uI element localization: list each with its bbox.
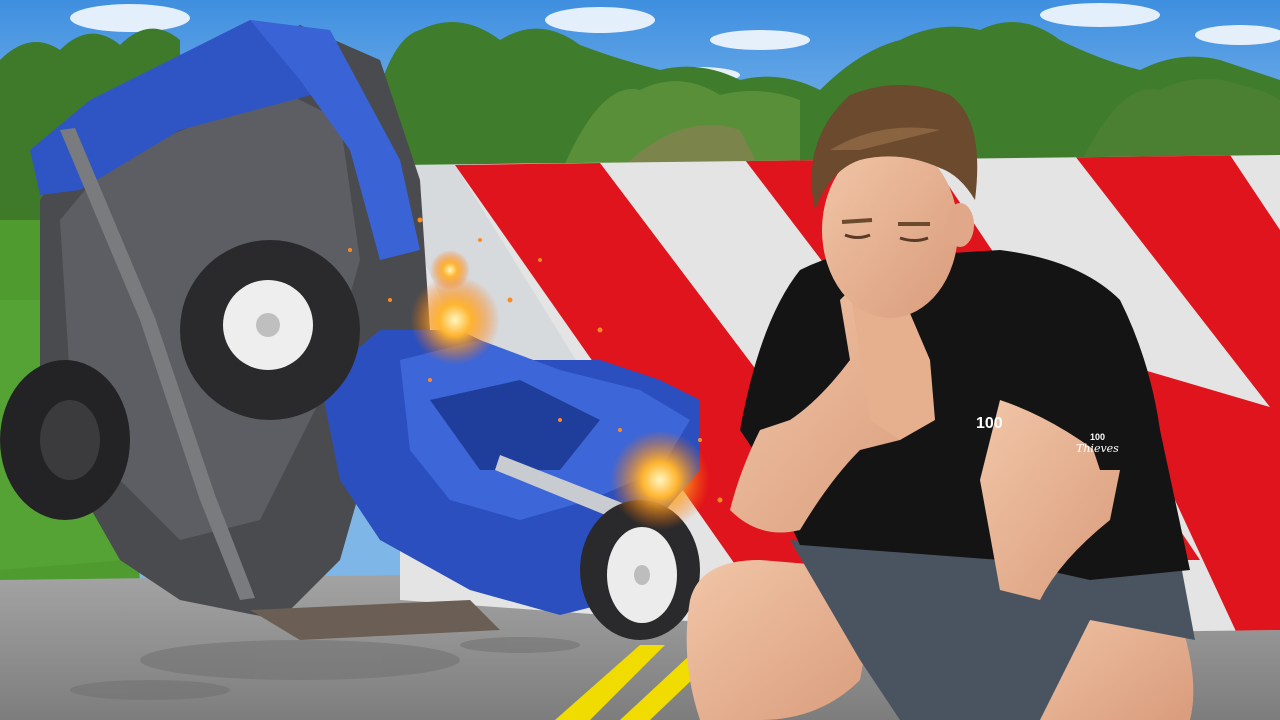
shirt-chest-logo: 100 bbox=[976, 415, 1003, 432]
shirt-sleeve-logo-top: 100 bbox=[1090, 432, 1105, 442]
thumbnail-scene: 100 100 Thieves bbox=[0, 0, 1280, 720]
scene-canvas: 100 100 Thieves bbox=[0, 0, 1280, 720]
shirt-sleeve-logo-bottom: Thieves bbox=[1076, 442, 1119, 455]
